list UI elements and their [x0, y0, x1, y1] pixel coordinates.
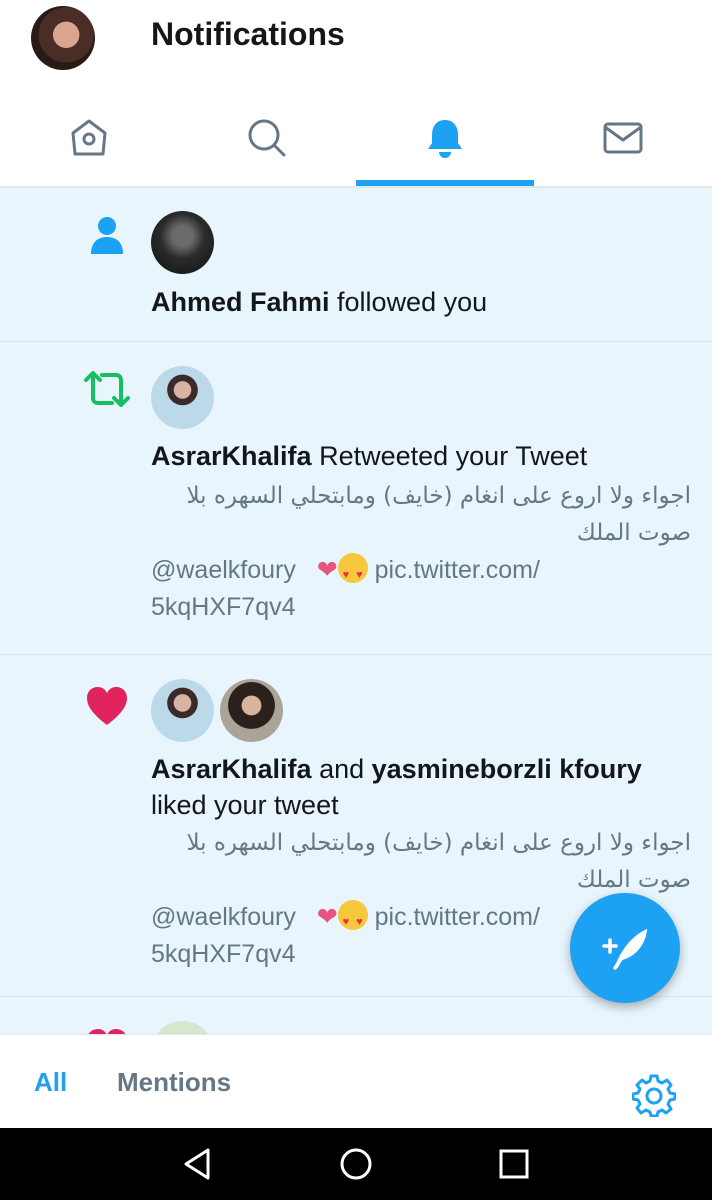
- tweet-link[interactable]: pic.twitter.com/: [375, 556, 540, 584]
- gear-icon[interactable]: [632, 1073, 676, 1117]
- profile-avatar[interactable]: [31, 6, 95, 70]
- retweet-icon: [84, 371, 130, 407]
- search-icon: [248, 119, 286, 157]
- user-name-2[interactable]: yasmineborzli kfoury: [372, 754, 642, 784]
- joiner-text: and: [311, 754, 372, 784]
- bell-icon: [428, 120, 462, 158]
- heart-emoji-icon: ❤: [302, 556, 338, 584]
- avatar[interactable]: [151, 1021, 214, 1034]
- tweet-text: اجواء ولا اروع على انغام (خايف) ومابتحلي…: [186, 830, 691, 893]
- tab-notifications[interactable]: [356, 90, 534, 186]
- recents-icon[interactable]: [496, 1146, 532, 1182]
- page-title: Notifications: [151, 16, 345, 52]
- tab-messages[interactable]: [534, 90, 712, 186]
- tweet-text: اجواء ولا اروع على انغام (خايف) ومابتحلي…: [186, 483, 691, 546]
- action-text: liked your tweet: [151, 790, 339, 820]
- tweet-preview[interactable]: اجواء ولا اروع على انغام (خايف) ومابتحلي…: [151, 478, 691, 626]
- tweet-handle[interactable]: @waelkfoury: [151, 903, 296, 931]
- heart-eyes-emoji-icon: [337, 553, 368, 594]
- notification-retweet[interactable]: AsrarKhalifa Retweeted your Tweet اجواء …: [0, 342, 712, 655]
- user-name[interactable]: AsrarKhalifa: [151, 441, 312, 471]
- system-nav-bar: [0, 1128, 712, 1200]
- filter-bar: All Mentions: [0, 1034, 712, 1128]
- avatar[interactable]: [151, 211, 214, 274]
- tweet-link[interactable]: pic.twitter.com/: [375, 903, 540, 931]
- notification-partial[interactable]: [0, 997, 712, 1034]
- back-icon[interactable]: [180, 1146, 216, 1182]
- heart-icon: [88, 1029, 126, 1034]
- notification-text: AsrarKhalifa Retweeted your Tweet: [151, 438, 692, 474]
- notification-follow[interactable]: Ahmed Fahmi followed you: [0, 188, 712, 342]
- notification-text: AsrarKhalifa and yasmineborzli kfoury li…: [151, 751, 692, 823]
- avatar[interactable]: [151, 366, 214, 429]
- compose-feather-icon: [602, 928, 648, 970]
- notification-text: Ahmed Fahmi followed you: [151, 284, 692, 320]
- home-button-icon[interactable]: [338, 1146, 374, 1182]
- person-icon: [91, 217, 123, 254]
- tweet-meta: @waelkfoury ❤ pic.twitter.com/: [151, 552, 691, 594]
- heart-emoji-icon: ❤: [302, 903, 338, 931]
- mail-icon: [603, 122, 643, 154]
- tab-search[interactable]: [178, 90, 356, 186]
- filter-all[interactable]: All: [34, 1067, 67, 1098]
- avatar[interactable]: [220, 679, 283, 742]
- filter-mentions[interactable]: Mentions: [117, 1067, 231, 1098]
- tweet-link-cont[interactable]: 5kqHXF7qv4: [151, 589, 691, 626]
- app-header: Notifications: [0, 0, 712, 90]
- user-name[interactable]: AsrarKhalifa: [151, 754, 312, 784]
- user-name[interactable]: Ahmed Fahmi: [151, 287, 330, 317]
- active-tab-indicator: [356, 180, 534, 186]
- heart-eyes-emoji-icon: [337, 900, 368, 941]
- action-text: Retweeted your Tweet: [311, 441, 588, 471]
- tab-home[interactable]: [0, 90, 178, 186]
- tweet-handle[interactable]: @waelkfoury: [151, 556, 296, 584]
- heart-icon: [87, 687, 127, 725]
- top-nav: [0, 90, 712, 188]
- compose-tweet-button[interactable]: [570, 893, 680, 1003]
- home-icon: [71, 119, 107, 156]
- avatar[interactable]: [151, 679, 214, 742]
- action-text: followed you: [329, 287, 488, 317]
